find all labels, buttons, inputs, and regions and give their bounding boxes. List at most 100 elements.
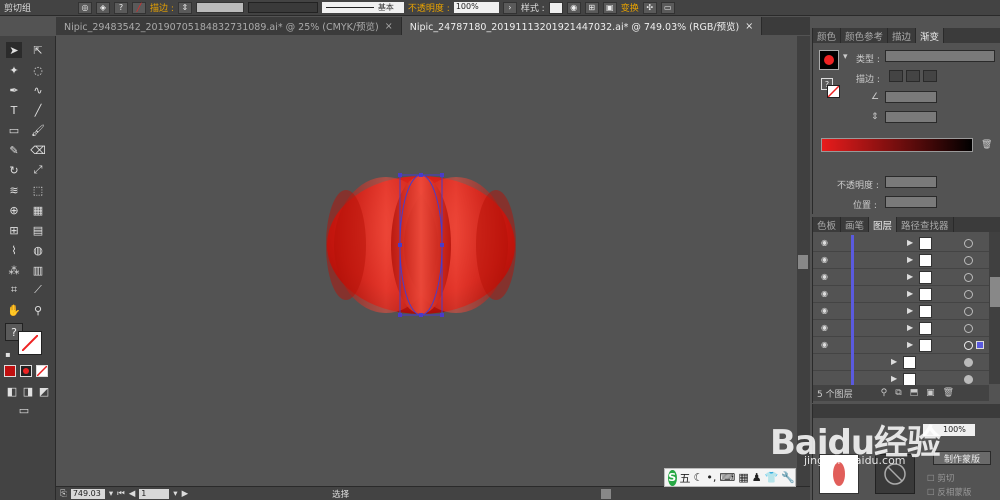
paintbrush-tool-icon[interactable]: 🖌 — [30, 122, 46, 138]
gradient-slider[interactable] — [821, 138, 973, 152]
stroke-swatch-icon[interactable] — [18, 331, 42, 355]
stroke-swatch-icon[interactable]: ╱ — [132, 1, 146, 14]
eye-icon[interactable]: ◉ — [821, 341, 831, 349]
target-circle-icon[interactable] — [964, 307, 973, 316]
target-circle-icon[interactable] — [964, 358, 973, 367]
crosshair-icon[interactable]: ✣ — [642, 1, 657, 14]
target-circle-icon[interactable] — [964, 375, 973, 384]
artboard-tool-icon[interactable]: ⌗ — [6, 282, 22, 298]
free-transform-tool-icon[interactable]: ⬚ — [30, 182, 46, 198]
tab-document-2[interactable]: Nipic_24787180_20191113201921447032.ai* … — [401, 17, 763, 35]
pencil-tool-icon[interactable]: ✎ — [6, 142, 22, 158]
tab-gradient[interactable]: 渐变 — [916, 28, 945, 43]
panel-menu-icon[interactable]: ▭ — [660, 1, 675, 14]
chevron-down-icon[interactable]: ▾ — [109, 489, 113, 499]
slice-tool-icon[interactable]: ⟋ — [30, 282, 46, 298]
selection-indicator[interactable] — [976, 341, 984, 349]
type-tool-icon[interactable]: T — [6, 102, 22, 118]
locate-object-icon[interactable]: ⚲ — [881, 388, 888, 398]
layer-row[interactable]: ◉ ▶ — [813, 286, 989, 303]
tab-color-guide[interactable]: 颜色参考 — [841, 28, 889, 43]
sogou-logo[interactable]: S — [668, 469, 677, 486]
prev-page-icon[interactable]: ◀ — [129, 489, 136, 499]
layers-scrollbar[interactable] — [989, 232, 1000, 384]
canvas-vertical-scrollbar[interactable] — [797, 36, 810, 486]
warp-tool-icon[interactable]: ≋ — [6, 182, 22, 198]
layer-row[interactable]: ◉ ▶ — [813, 337, 989, 354]
gradient-position-field[interactable] — [885, 196, 937, 208]
new-layer-icon[interactable]: ▣ — [926, 388, 935, 398]
layer-row[interactable]: ◉ ▶ — [813, 320, 989, 337]
none-mode-icon[interactable] — [36, 365, 48, 377]
stroke-profile-select[interactable]: 基本 — [321, 2, 404, 13]
scrollbar-thumb[interactable] — [990, 277, 1000, 307]
status-mode[interactable]: 选择 — [332, 488, 349, 500]
close-icon[interactable]: × — [385, 21, 393, 32]
make-mask-button[interactable]: 制作蒙版 — [933, 451, 991, 465]
layer-row[interactable]: ▶ — [813, 354, 989, 371]
eye-icon[interactable]: ◉ — [821, 273, 831, 281]
aspect-ratio-field[interactable] — [885, 111, 937, 123]
layer-row[interactable]: ◉ ▶ — [813, 303, 989, 320]
gradient-thumbnail[interactable] — [819, 50, 839, 70]
mesh-tool-icon[interactable]: ⊞ — [6, 222, 22, 238]
rectangle-tool-icon[interactable]: ▭ — [6, 122, 22, 138]
eye-icon[interactable]: ◉ — [821, 290, 831, 298]
gradient-mode-icon[interactable] — [20, 365, 32, 377]
page-field[interactable]: 1 — [139, 488, 170, 499]
chevron-down-icon[interactable]: ▾ — [843, 52, 848, 62]
tab-pathfinder[interactable]: 路径查找器 — [897, 217, 954, 232]
eye-icon[interactable]: ◉ — [821, 307, 831, 315]
stroke-swatch-icon[interactable] — [827, 85, 840, 98]
stroke-weight-field[interactable] — [195, 2, 244, 13]
target-circle-icon[interactable] — [964, 324, 973, 333]
first-page-icon[interactable]: ⏮ — [117, 489, 125, 499]
expand-arrow-icon[interactable]: ▶ — [891, 357, 897, 366]
target-circle-icon[interactable] — [964, 239, 973, 248]
selection-tool-icon[interactable]: ➤ — [6, 42, 22, 58]
expand-arrow-icon[interactable]: ▶ — [907, 306, 913, 315]
target-circle-icon[interactable] — [964, 273, 973, 282]
tab-stroke[interactable]: 描边 — [888, 28, 917, 43]
horizontal-scroll-thumb[interactable] — [601, 489, 611, 499]
eye-icon[interactable]: ◉ — [821, 239, 831, 247]
lasso-tool-icon[interactable]: ◌ — [30, 62, 46, 78]
expand-arrow-icon[interactable]: ▶ — [907, 289, 913, 298]
color-mode-icon[interactable] — [4, 365, 16, 377]
ime-mode-label[interactable]: 五 — [680, 470, 691, 486]
object-thumbnail[interactable] — [819, 454, 859, 494]
target-circle-icon[interactable] — [964, 341, 973, 350]
eye-icon[interactable]: ◉ — [821, 324, 831, 332]
shape-builder-tool-icon[interactable]: ⊕ — [6, 202, 22, 218]
column-graph-tool-icon[interactable]: ▥ — [30, 262, 46, 278]
eraser-tool-icon[interactable]: ⌫ — [30, 142, 46, 158]
recolor-icon[interactable]: ◎ — [78, 1, 92, 14]
target-circle-icon[interactable] — [964, 290, 973, 299]
eyedropper-tool-icon[interactable]: ⌇ — [6, 242, 22, 258]
tab-document-1[interactable]: Nipic_29483542_20190705184832731089.ai* … — [56, 17, 402, 35]
screen-mode-icon[interactable]: ▭ — [16, 402, 32, 418]
invert-mask-checkbox[interactable]: ☐ 反相蒙版 — [927, 486, 971, 498]
keyboard-icon[interactable]: ⌨ — [719, 471, 735, 484]
trash-icon[interactable]: 🗑 — [943, 388, 954, 398]
moon-icon[interactable]: ☾ — [694, 471, 704, 484]
scrollbar-thumb[interactable] — [798, 255, 808, 269]
magic-wand-tool-icon[interactable]: ✦ — [6, 62, 22, 78]
mask-thumbnail[interactable] — [875, 454, 915, 494]
isolate-icon[interactable]: ◈ — [96, 1, 110, 14]
rotate-tool-icon[interactable]: ↻ — [6, 162, 22, 178]
draw-normal-icon[interactable]: ◧ — [4, 383, 20, 399]
perspective-grid-tool-icon[interactable]: ▦ — [30, 202, 46, 218]
expand-arrow-icon[interactable]: ▶ — [907, 323, 913, 332]
direct-selection-tool-icon[interactable]: ⇱ — [30, 42, 46, 58]
fill-swatch-icon[interactable]: ? — [114, 1, 128, 14]
tab-swatches[interactable]: 色板 — [813, 217, 842, 232]
align-icon[interactable]: ⊞ — [584, 1, 599, 14]
target-circle-icon[interactable] — [964, 256, 973, 265]
stroke-across-gradient-button[interactable] — [923, 70, 937, 82]
layer-row[interactable]: ◉ ▶ — [813, 252, 989, 269]
skin-icon[interactable]: ♟ — [752, 471, 762, 484]
angle-field[interactable] — [885, 91, 937, 103]
opacity-label[interactable]: 不透明度 : — [408, 1, 450, 14]
tab-color[interactable]: 颜色 — [813, 28, 842, 43]
